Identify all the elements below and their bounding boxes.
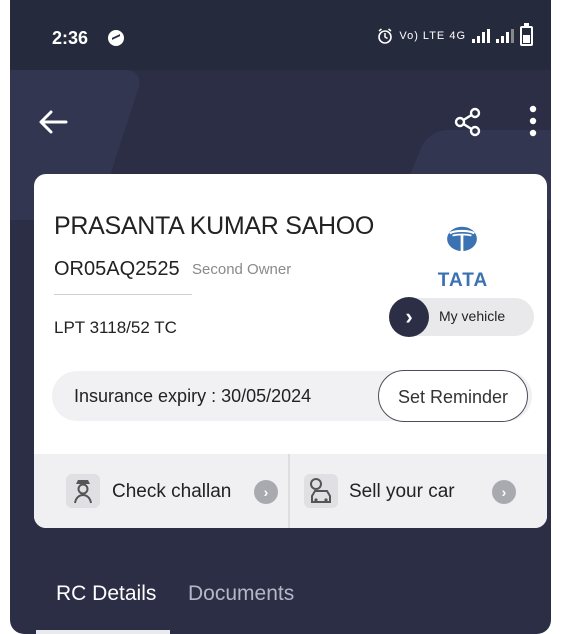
arrow-left-icon[interactable] [36,105,70,139]
quick-actions: Check challan › Sell your car › [34,454,547,528]
share-icon[interactable] [452,106,484,138]
alarm-icon [378,28,393,44]
system-icons: Vo) LTE 4G [377,23,533,46]
tab-documents[interactable]: Documents [188,582,294,606]
brand-name: TATA [437,270,489,291]
tata-logo-icon [447,226,477,252]
vehicle-card: PRASANTA KUMAR SAHOO OR05AQ2525 Second O… [34,174,547,528]
chevron-right-icon: › [492,480,516,504]
signal-icon [472,29,490,43]
sell-your-car-button[interactable]: Sell your car › [290,454,547,528]
registration-number: OR05AQ2525 [54,258,180,280]
tab-bar: RC Details Documents [10,578,551,634]
vehicle-model: LPT 3118/52 TC [54,318,177,337]
signal-icon [496,29,514,43]
battery-icon [520,23,533,46]
chevron-right-icon: › [389,297,429,337]
insurance-expiry: Insurance expiry : 30/05/2024 [74,386,312,406]
sell-your-car-label: Sell your car [349,481,455,502]
my-vehicle-label: My vehicle [439,308,506,324]
my-vehicle-button[interactable]: › My vehicle [389,297,534,337]
owner-name: PRASANTA KUMAR SAHOO [54,212,374,240]
status-bar: 2:36 Vo) LTE 4G [10,0,551,70]
car-sale-icon [304,474,338,508]
check-challan-label: Check challan [112,481,232,502]
network-label: Vo) LTE 4G [399,30,466,42]
set-reminder-button[interactable]: Set Reminder [378,370,528,422]
divider [54,294,192,295]
traffic-police-icon [66,474,100,508]
more-vertical-icon[interactable] [528,104,538,138]
messenger-icon [108,30,124,46]
app-screen: 2:36 Vo) LTE 4G PRASANTA KUMAR SAHOO OR0… [10,0,551,634]
status-time: 2:36 [52,28,89,48]
tab-rc-details[interactable]: RC Details [56,582,156,606]
chevron-right-icon: › [254,480,278,504]
active-tab-indicator [36,630,170,634]
check-challan-button[interactable]: Check challan › [34,454,288,528]
owner-type: Second Owner [192,261,292,278]
